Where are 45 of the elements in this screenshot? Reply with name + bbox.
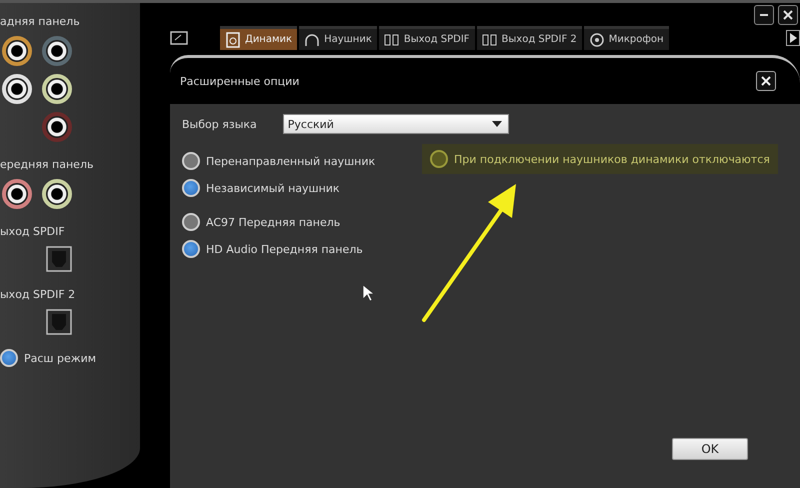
minimize-button[interactable] xyxy=(754,5,774,25)
option-label: При подключении наушников динамики отключаются xyxy=(454,152,770,166)
tab[interactable]: Наушник xyxy=(299,26,377,50)
field-label: Выбор языка xyxy=(182,118,257,130)
radio-button[interactable] xyxy=(182,240,200,258)
dialog-title: Расширенные опции xyxy=(180,74,300,88)
headphones-icon xyxy=(304,32,320,48)
close-button[interactable] xyxy=(756,71,776,91)
option-label: HD Audio Передняя панель xyxy=(206,242,363,256)
tab[interactable]: Выход SPDIF 2 xyxy=(476,26,582,50)
toggle-button[interactable] xyxy=(430,150,448,168)
dropdown-arrow-icon xyxy=(492,121,502,127)
radio-button[interactable] xyxy=(182,152,200,170)
cursor-icon xyxy=(362,284,374,302)
scroll-right-icon[interactable] xyxy=(786,30,800,46)
close-button[interactable] xyxy=(778,5,798,25)
microphone-icon xyxy=(588,32,605,48)
section-label: адняя панель xyxy=(0,15,81,28)
window-icon[interactable] xyxy=(170,31,188,45)
speaker-icon xyxy=(225,32,241,48)
port-icon xyxy=(482,32,498,48)
close-icon xyxy=(760,75,772,87)
radio-button[interactable] xyxy=(182,213,200,231)
optical-port-icon[interactable] xyxy=(46,309,72,335)
audio-jack-icon[interactable] xyxy=(42,36,72,66)
close-icon xyxy=(781,8,795,22)
audio-jack-icon[interactable] xyxy=(42,112,72,142)
language-dropdown[interactable]: Русский xyxy=(282,114,509,134)
ok-button[interactable]: OK xyxy=(672,438,748,460)
tab[interactable]: Выход SPDIF xyxy=(378,26,475,50)
section-label: ыход SPDIF xyxy=(0,225,66,238)
section-label: ыход SPDIF 2 xyxy=(0,288,76,301)
option-label: Независимый наушник xyxy=(206,182,340,194)
audio-jack-icon[interactable] xyxy=(2,36,32,66)
option-label: AC97 Передняя панель xyxy=(206,216,340,228)
tab[interactable]: Динамик xyxy=(220,26,298,50)
section-label: ередняя панель xyxy=(0,158,94,171)
option-label: Перенаправленный наушник xyxy=(206,154,376,168)
radio-button[interactable] xyxy=(0,349,18,367)
optical-port-icon[interactable] xyxy=(46,246,72,272)
option-label: Расш режим xyxy=(24,352,96,364)
tab[interactable]: Микрофон xyxy=(584,26,669,50)
radio-button[interactable] xyxy=(182,179,200,197)
port-icon xyxy=(384,32,400,48)
audio-jack-icon[interactable] xyxy=(2,179,32,209)
